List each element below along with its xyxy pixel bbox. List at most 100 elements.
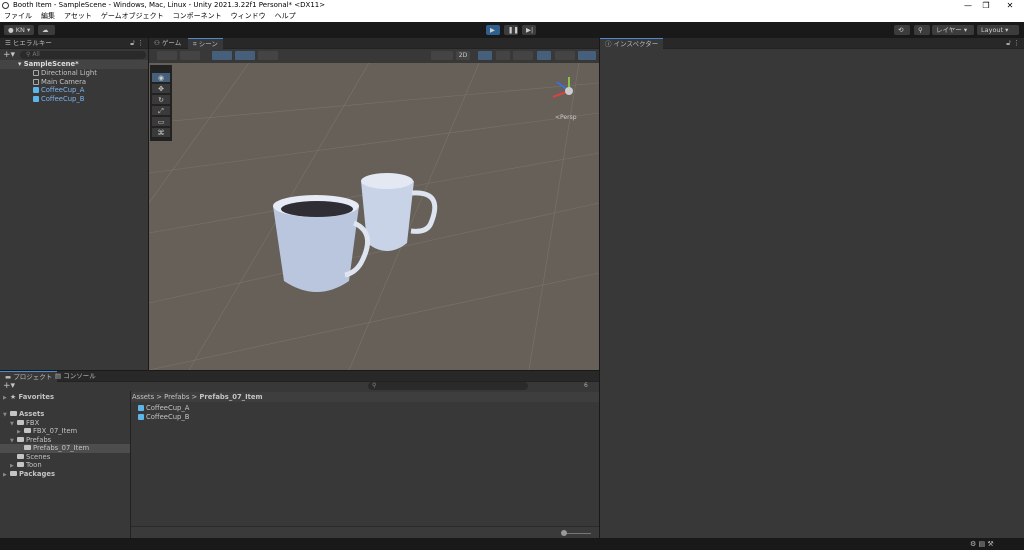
scene-viewport[interactable]: <Persp [149,63,599,370]
create-button[interactable]: +▾ [3,381,15,391]
cloud-icon[interactable]: ☁ [38,25,55,35]
tree-label: Favorites [18,393,54,401]
scene-panel: ⚇ ゲーム ⌗ シーン 2D <Persp ◉ ✥ ↻ ⤢ ▭ ⌘ [149,38,599,370]
scale-tool-icon[interactable]: ⤢ [152,106,170,116]
status-icons[interactable]: ⚙ ▤ ⚒ [970,540,994,548]
add-button[interactable]: +▾ [3,50,15,60]
icon-size-slider[interactable] [563,533,591,534]
search-icon[interactable]: ⚲ [914,25,930,35]
lighting-toggle[interactable] [478,51,492,60]
title-bar: Booth Item - SampleScene - Windows, Mac,… [0,0,1024,11]
visibility-toggle[interactable] [537,51,551,60]
gameobject-icon [33,70,39,76]
tree-prefabs[interactable]: ▼ Prefabs [10,436,51,445]
tree-label: Prefabs_07_Item [33,444,90,452]
persp-label[interactable]: <Persp [555,114,577,121]
list-item[interactable]: Main Camera [33,78,86,87]
console-tab-label: コンソール [63,372,96,380]
scene-toolbar: 2D [149,49,599,63]
increment-snap-button[interactable] [235,51,255,60]
hidden-packages-count[interactable]: 6 [584,382,588,389]
inspector-panel: ⓘ インスペクター 🔓︎ ⋮ [600,38,1024,538]
tab-inspector[interactable]: ⓘ インスペクター [600,38,664,49]
pause-button[interactable]: ❚❚ [504,25,519,35]
menu-bar: ファイル 編集 アセット ゲームオブジェクト コンポーネント ウィンドウ ヘルプ [0,11,1024,22]
tree-scenes[interactable]: Scenes [17,453,50,462]
tree-label: FBX [26,418,40,427]
file-item[interactable]: CoffeeCup_B [138,413,189,422]
unity-logo-icon [2,2,9,9]
prefab-icon [33,95,39,102]
gizmos-dropdown[interactable] [578,51,596,60]
list-item[interactable]: CoffeeCup_A [33,86,84,95]
render-mode-dropdown[interactable] [431,51,453,60]
project-tab-label: プロジェクト [13,373,53,381]
breadcrumb-assets[interactable]: Assets [132,393,154,401]
project-search-input[interactable]: ⚲ [368,382,528,390]
tree-packages[interactable]: ▶ Packages [3,470,55,479]
camera-dropdown[interactable] [555,51,575,60]
tree-assets[interactable]: ▼ Assets [3,410,44,419]
menu-file[interactable]: ファイル [4,11,32,22]
tree-fbx-item[interactable]: ▶ FBX_07_Item [17,427,77,436]
close-button[interactable]: ✕ [1000,0,1020,11]
list-item[interactable]: Directional Light [33,69,97,78]
audio-toggle[interactable] [496,51,510,60]
2d-toggle[interactable]: 2D [456,51,470,60]
breadcrumb-prefabs[interactable]: Prefabs [164,393,189,401]
item-label: Main Camera [41,77,87,86]
tree-fbx[interactable]: ▼ FBX [10,419,39,428]
step-button[interactable]: ▶| [522,25,536,35]
account-label: KN ▾ [15,26,31,34]
menu-edit[interactable]: 編集 [41,11,55,22]
tree-favorites[interactable]: ▶ ★ Favorites [3,393,54,402]
slider-thumb[interactable] [561,530,567,536]
coffee-cup-b[interactable] [361,173,438,251]
layout-dropdown[interactable]: Layout ▾ [977,25,1019,35]
menu-component[interactable]: コンポーネント [173,11,222,22]
tree-label: Prefabs [26,435,52,444]
lock-icon[interactable]: 🔓︎ ⋮ [130,39,144,48]
maximize-button[interactable]: ❐ [976,0,996,11]
breadcrumb-current[interactable]: Prefabs_07_Item [199,393,262,401]
draw-mode-dropdown[interactable] [157,51,177,60]
game-tab-label: ゲーム [161,39,182,47]
grid-snap-button[interactable] [212,51,232,60]
global-dropdown[interactable] [180,51,200,60]
minimize-button[interactable]: — [958,0,978,11]
effects-dropdown[interactable] [513,51,533,60]
align-button[interactable] [258,51,278,60]
history-icon[interactable]: ⟲ [894,25,910,35]
move-tool-icon[interactable]: ✥ [152,84,170,94]
rotate-tool-icon[interactable]: ↻ [152,95,170,105]
tab-hierarchy[interactable]: ☰ ヒエラルキー [0,38,57,49]
transform-tool-icon[interactable]: ⌘ [152,128,170,138]
coffee-cup-a[interactable] [273,195,371,292]
item-label: CoffeeCup_A [41,86,85,94]
folder-tree: ▶ ★ Favorites ▼ Assets ▼ FBX ▶ FBX_07_Item ▼… [0,391,130,538]
tree-toon[interactable]: ▶ Toon [10,461,42,470]
menu-window[interactable]: ウィンドウ [231,11,266,22]
tree-label: FBX_07_Item [33,427,78,435]
menu-help[interactable]: ヘルプ [275,11,296,22]
prefab-icon [33,87,39,93]
lock-icon[interactable]: 🔓︎ ⋮ [1006,39,1020,48]
list-item[interactable]: CoffeeCup_B [33,95,84,104]
rect-tool-icon[interactable]: ▭ [152,117,170,127]
hierarchy-search-input[interactable]: ⚲ All [20,51,146,59]
layout-label: Layout [981,26,1004,34]
view-tool-icon[interactable]: ◉ [152,73,170,83]
scene-root[interactable]: ▾ SampleScene* [0,60,148,69]
tab-scene[interactable]: ⌗ シーン [188,38,223,49]
menu-gameobject[interactable]: ゲームオブジェクト [101,11,164,22]
menu-assets[interactable]: アセット [64,11,92,22]
tab-console[interactable]: ▤ コンソール [50,371,101,382]
file-item[interactable]: CoffeeCup_A [138,404,189,413]
main-toolbar: ● KN ▾ ☁ ▶ ❚❚ ▶| ⟲ ⚲ レイヤー ▾ Layout ▾ [0,22,1024,38]
tab-game[interactable]: ⚇ ゲーム [149,38,186,49]
play-button[interactable]: ▶ [486,25,500,35]
layers-dropdown[interactable]: レイヤー ▾ [932,25,974,35]
scene-name: SampleScene* [23,60,79,68]
tree-prefabs-item[interactable]: Prefabs_07_Item [0,444,130,453]
account-button[interactable]: ● KN ▾ [4,25,35,35]
